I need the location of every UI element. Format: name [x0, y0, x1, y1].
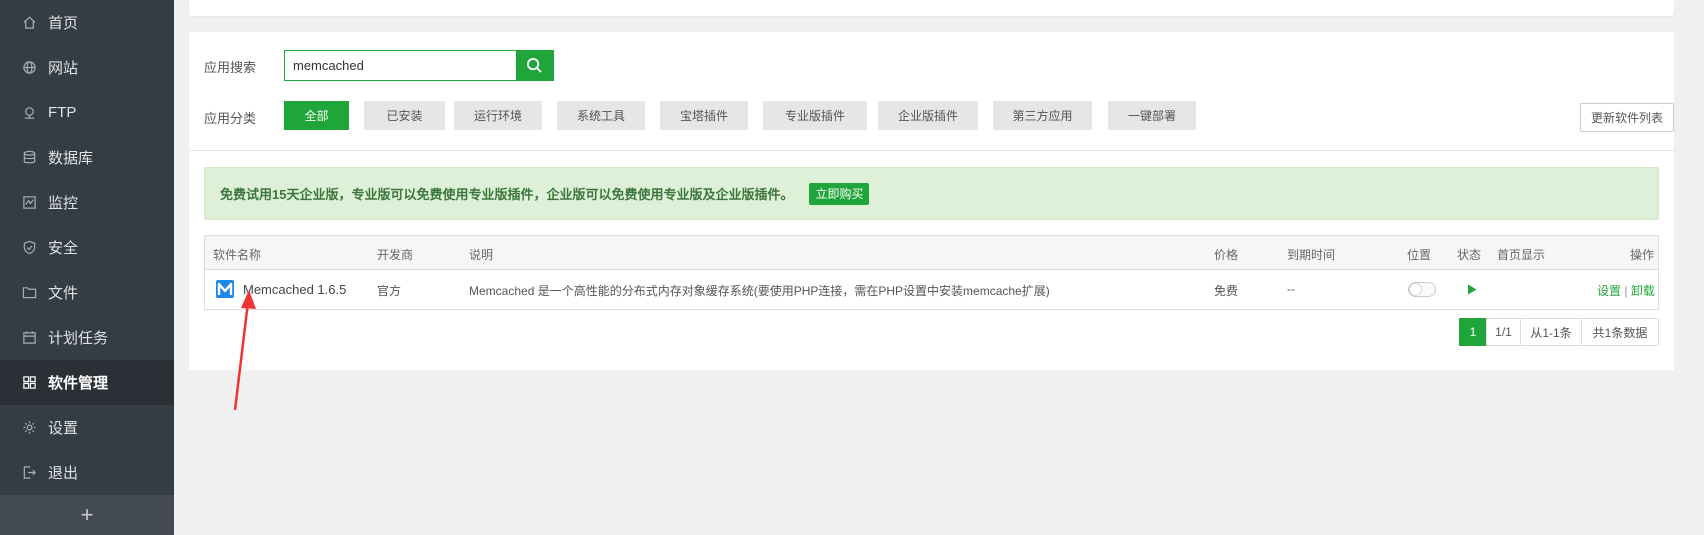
search-box: [284, 50, 554, 81]
sidebar-item-label: FTP: [48, 104, 77, 121]
home-icon: [22, 15, 37, 30]
app-expire: --: [1287, 282, 1295, 296]
sidebar-item-settings[interactable]: 设置: [0, 405, 174, 450]
header-description: 说明: [469, 248, 494, 262]
header-action: 操作: [1630, 248, 1655, 262]
search-icon: [526, 57, 542, 73]
sidebar-item-label: 安全: [48, 240, 79, 257]
header-location: 位置: [1407, 248, 1432, 262]
sidebar-item-website[interactable]: 网站: [0, 45, 174, 90]
category-third-party-button[interactable]: 第三方应用: [993, 101, 1092, 130]
total-count: 共1条数据: [1581, 318, 1659, 346]
category-pro-plugins-button[interactable]: 专业版插件: [763, 101, 867, 130]
uninstall-link[interactable]: 卸载: [1631, 284, 1655, 298]
header-expire: 到期时间: [1287, 248, 1336, 262]
sidebar-item-label: 文件: [48, 285, 79, 302]
sidebar-item-label: 首页: [48, 15, 79, 32]
category-runtime-button[interactable]: 运行环境: [454, 101, 542, 130]
sidebar-item-label: 监控: [48, 195, 79, 212]
refresh-software-list-button[interactable]: 更新软件列表: [1580, 103, 1674, 132]
app-name[interactable]: Memcached 1.6.5: [243, 282, 346, 297]
category-system-tools-button[interactable]: 系统工具: [557, 101, 645, 130]
grid-icon: [22, 375, 37, 390]
software-panel: 应用搜索 应用分类 全部 已安装 运行环境 系统工具 宝塔插件 专业版插件 企业…: [189, 32, 1674, 370]
sidebar-item-label: 设置: [48, 420, 79, 437]
category-label: 应用分类: [204, 111, 257, 126]
app-description: Memcached 是一个高性能的分布式内存对象缓存系统(要使用PHP连接，需在…: [469, 284, 1050, 298]
page-range: 从1-1条: [1520, 318, 1582, 346]
search-button[interactable]: [516, 51, 553, 80]
sidebar-item-home[interactable]: 首页: [0, 0, 174, 45]
category-bt-plugins-button[interactable]: 宝塔插件: [660, 101, 748, 130]
ftp-icon: [22, 105, 37, 120]
logout-icon: [22, 465, 37, 480]
app-price: 免费: [1214, 284, 1239, 298]
sidebar-item-label: 软件管理: [48, 375, 109, 392]
settings-link[interactable]: 设置: [1597, 284, 1621, 298]
header-name: 软件名称: [213, 248, 262, 262]
memcached-logo-icon: [216, 280, 234, 298]
page-count: 1/1: [1486, 318, 1521, 346]
divider: [189, 150, 1674, 151]
sidebar-item-cron[interactable]: 计划任务: [0, 315, 174, 360]
category-one-click-deploy-button[interactable]: 一键部署: [1108, 101, 1196, 130]
sidebar: 首页 网站 FTP 数据库 监控 安全 文件 计划任务 软件管理 设置 退出 +: [0, 0, 174, 535]
folder-icon: [22, 285, 37, 300]
homepage-display-toggle[interactable]: [1408, 282, 1436, 297]
sidebar-item-logout[interactable]: 退出: [0, 450, 174, 495]
sidebar-item-label: 数据库: [48, 150, 94, 167]
category-all-button[interactable]: 全部: [284, 101, 349, 130]
software-table: 软件名称 开发商 说明 价格 到期时间 位置 状态 首页显示 操作 Memcac…: [204, 235, 1659, 310]
sidebar-item-security[interactable]: 安全: [0, 225, 174, 270]
action-separator: |: [1624, 284, 1628, 298]
sidebar-item-label: 退出: [48, 465, 79, 482]
header-status: 状态: [1457, 248, 1482, 262]
sidebar-item-label: 网站: [48, 60, 79, 77]
monitor-icon: [22, 195, 37, 210]
play-icon[interactable]: [1467, 284, 1477, 295]
sidebar-item-software[interactable]: 软件管理: [0, 360, 174, 405]
database-icon: [22, 150, 37, 165]
header-homepage: 首页显示: [1497, 248, 1546, 262]
trial-alert: 免费试用15天企业版，专业版可以免费使用专业版插件，企业版可以免费使用专业版及企…: [204, 167, 1659, 220]
buy-now-button[interactable]: 立即购买: [809, 182, 870, 205]
row-actions: 设置 | 卸载: [1597, 282, 1655, 299]
header-price: 价格: [1214, 248, 1239, 262]
shield-icon: [22, 240, 37, 255]
category-installed-button[interactable]: 已安装: [364, 101, 445, 130]
sidebar-item-ftp[interactable]: FTP: [0, 90, 174, 135]
app-developer: 官方: [377, 284, 402, 298]
search-input[interactable]: [285, 51, 516, 80]
sidebar-item-monitor[interactable]: 监控: [0, 180, 174, 225]
gear-icon: [22, 420, 37, 435]
page-current[interactable]: 1: [1459, 318, 1487, 346]
alert-text: 免费试用15天企业版，专业版可以免费使用专业版插件，企业版可以免费使用专业版及企…: [220, 187, 794, 202]
globe-icon: [22, 60, 37, 75]
calendar-icon: [22, 330, 37, 345]
sidebar-item-label: 计划任务: [48, 330, 109, 347]
table-header: 软件名称 开发商 说明 价格 到期时间 位置 状态 首页显示 操作: [205, 236, 1658, 270]
sidebar-add-button[interactable]: +: [0, 495, 174, 535]
sidebar-item-files[interactable]: 文件: [0, 270, 174, 315]
search-label: 应用搜索: [204, 60, 257, 75]
top-panel-strip: [189, 0, 1674, 16]
category-enterprise-plugins-button[interactable]: 企业版插件: [878, 101, 978, 130]
header-developer: 开发商: [377, 248, 414, 262]
sidebar-item-database[interactable]: 数据库: [0, 135, 174, 180]
